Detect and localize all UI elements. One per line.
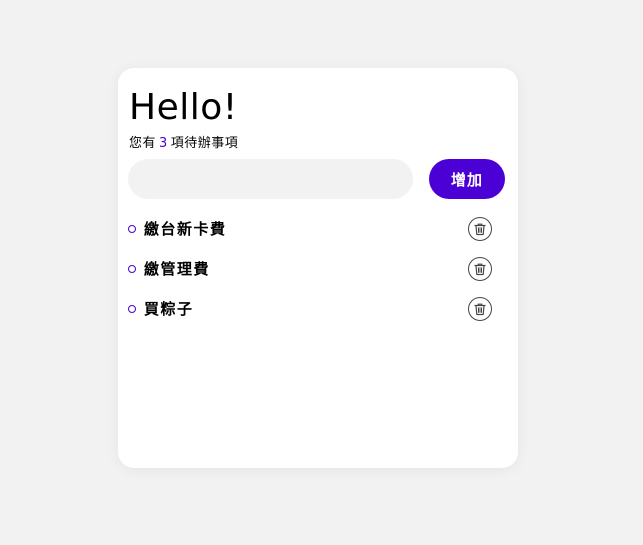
todo-item: 繳管理費	[128, 249, 493, 289]
pending-summary-prefix: 您有	[129, 136, 157, 151]
todo-label: 買粽子	[144, 300, 194, 318]
todo-label: 繳管理費	[144, 260, 211, 278]
bullet-icon	[128, 265, 136, 273]
trash-icon	[474, 303, 486, 316]
trash-icon	[474, 223, 486, 236]
new-todo-input[interactable]	[128, 159, 413, 199]
todo-card: Hello! 您有 3 項待辦事項 增加 繳台新卡費 繳管理費 買粽子	[118, 68, 518, 468]
pending-summary: 您有 3 項待辦事項	[129, 134, 238, 154]
todo-item: 繳台新卡費	[128, 209, 493, 249]
add-todo-button[interactable]: 增加	[429, 159, 505, 199]
pending-count: 3	[159, 136, 168, 151]
bullet-icon	[128, 305, 136, 313]
todo-item: 買粽子	[128, 289, 493, 329]
pending-summary-suffix: 項待辦事項	[170, 136, 239, 151]
delete-todo-button[interactable]	[468, 217, 492, 241]
delete-todo-button[interactable]	[468, 297, 492, 321]
todo-label: 繳台新卡費	[144, 220, 227, 238]
todo-list: 繳台新卡費 繳管理費 買粽子	[128, 209, 493, 329]
trash-icon	[474, 263, 486, 276]
bullet-icon	[128, 225, 136, 233]
delete-todo-button[interactable]	[468, 257, 492, 281]
page-title: Hello!	[129, 87, 238, 128]
